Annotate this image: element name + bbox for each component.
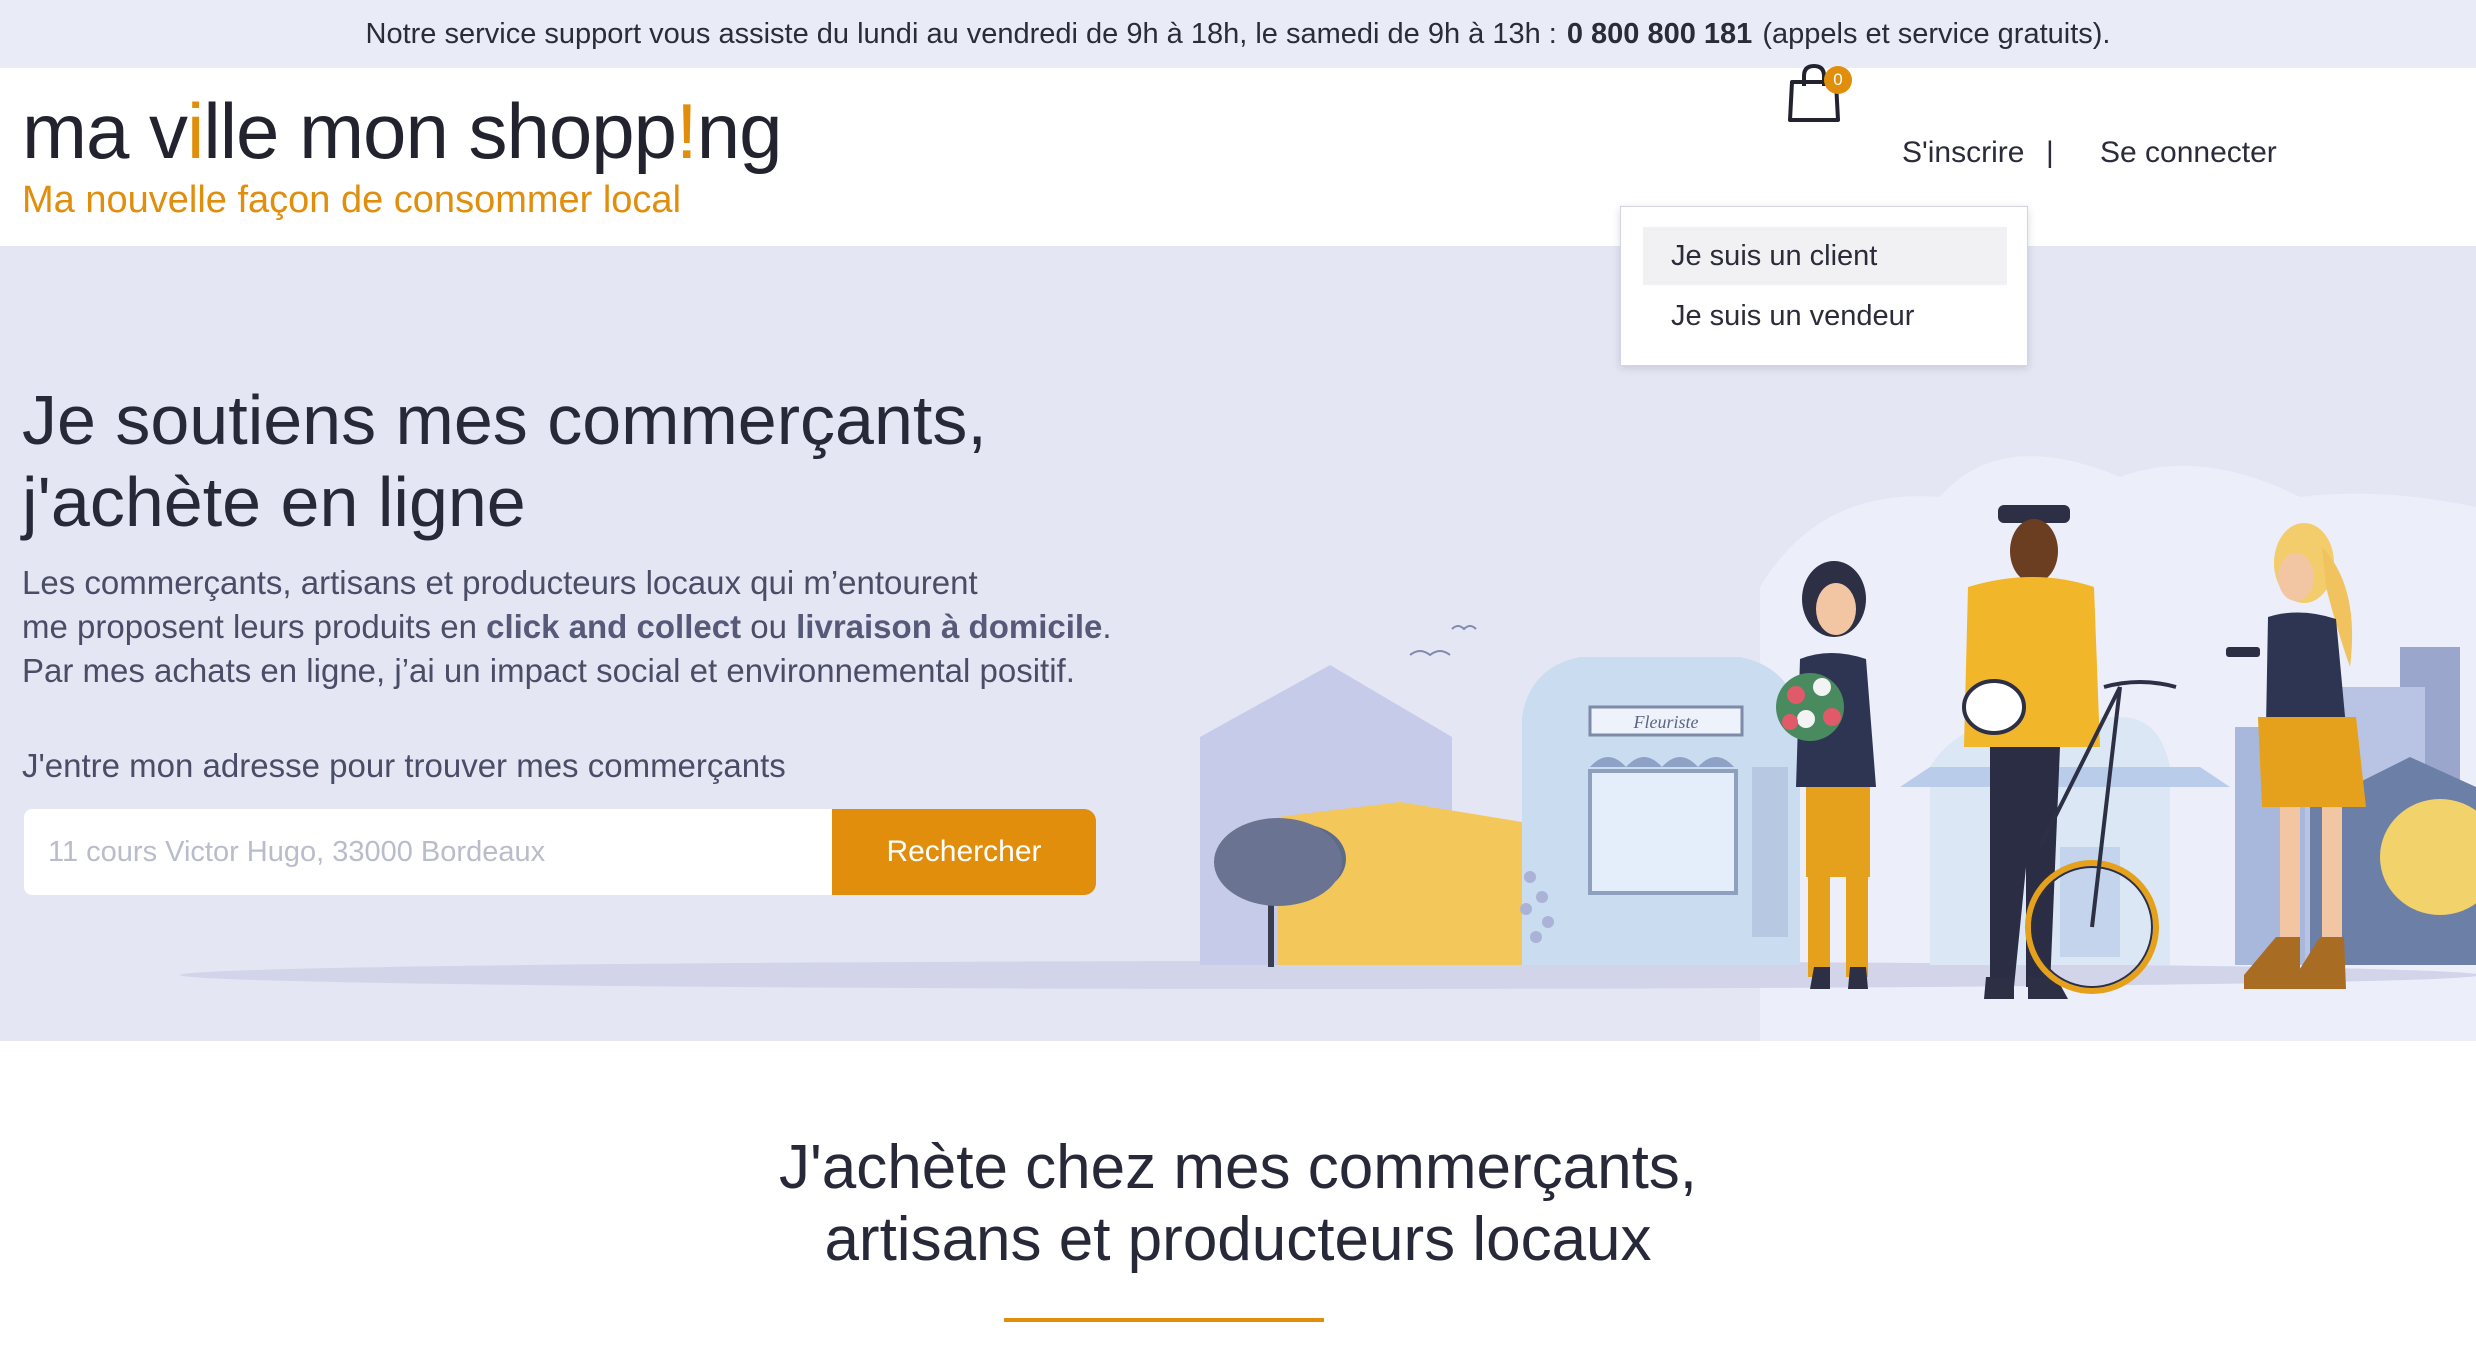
support-text-suffix: (appels et service gratuits). <box>1762 17 2111 50</box>
logo-tagline: Ma nouvelle façon de consommer local <box>22 179 682 221</box>
dropdown-item-client[interactable]: Je suis un client <box>1643 227 2007 285</box>
signup-dropdown: Je suis un client Je suis un vendeur <box>1620 206 2028 366</box>
address-search-input[interactable] <box>24 809 832 895</box>
signup-link[interactable]: S'inscrire <box>1902 136 2024 170</box>
nav-separator: | <box>2046 136 2054 169</box>
address-label: J'entre mon adresse pour trouver mes com… <box>22 747 786 784</box>
hero-description: Les commerçants, artisans et producteurs… <box>22 564 1112 689</box>
hero-title: Je soutiens mes commerçants, j'achète en… <box>22 381 987 541</box>
support-phone[interactable]: 0 800 800 181 <box>1567 18 1752 51</box>
cart-count-badge: 0 <box>1824 66 1852 94</box>
section-title: J'achète chez mes commerçants, artisans … <box>778 1133 1698 1274</box>
dropdown-item-vendor[interactable]: Je suis un vendeur <box>1643 287 2007 345</box>
hero-section: Fleuriste Je soutiens mes commerçants, j… <box>0 247 2476 1041</box>
search-button[interactable]: Rechercher <box>832 809 1096 895</box>
support-banner: Notre service support vous assiste du lu… <box>0 0 2476 68</box>
logo-wordmark: ma ville mon shopp!ng <box>22 87 782 175</box>
logo[interactable]: ma ville mon shopp!ng Ma nouvelle façon … <box>22 87 782 222</box>
title-underline <box>1004 1318 1324 1322</box>
login-link[interactable]: Se connecter <box>2100 136 2277 170</box>
support-text: Notre service support vous assiste du lu… <box>365 17 1557 50</box>
shop-sign-text: Fleuriste <box>1633 712 1699 732</box>
